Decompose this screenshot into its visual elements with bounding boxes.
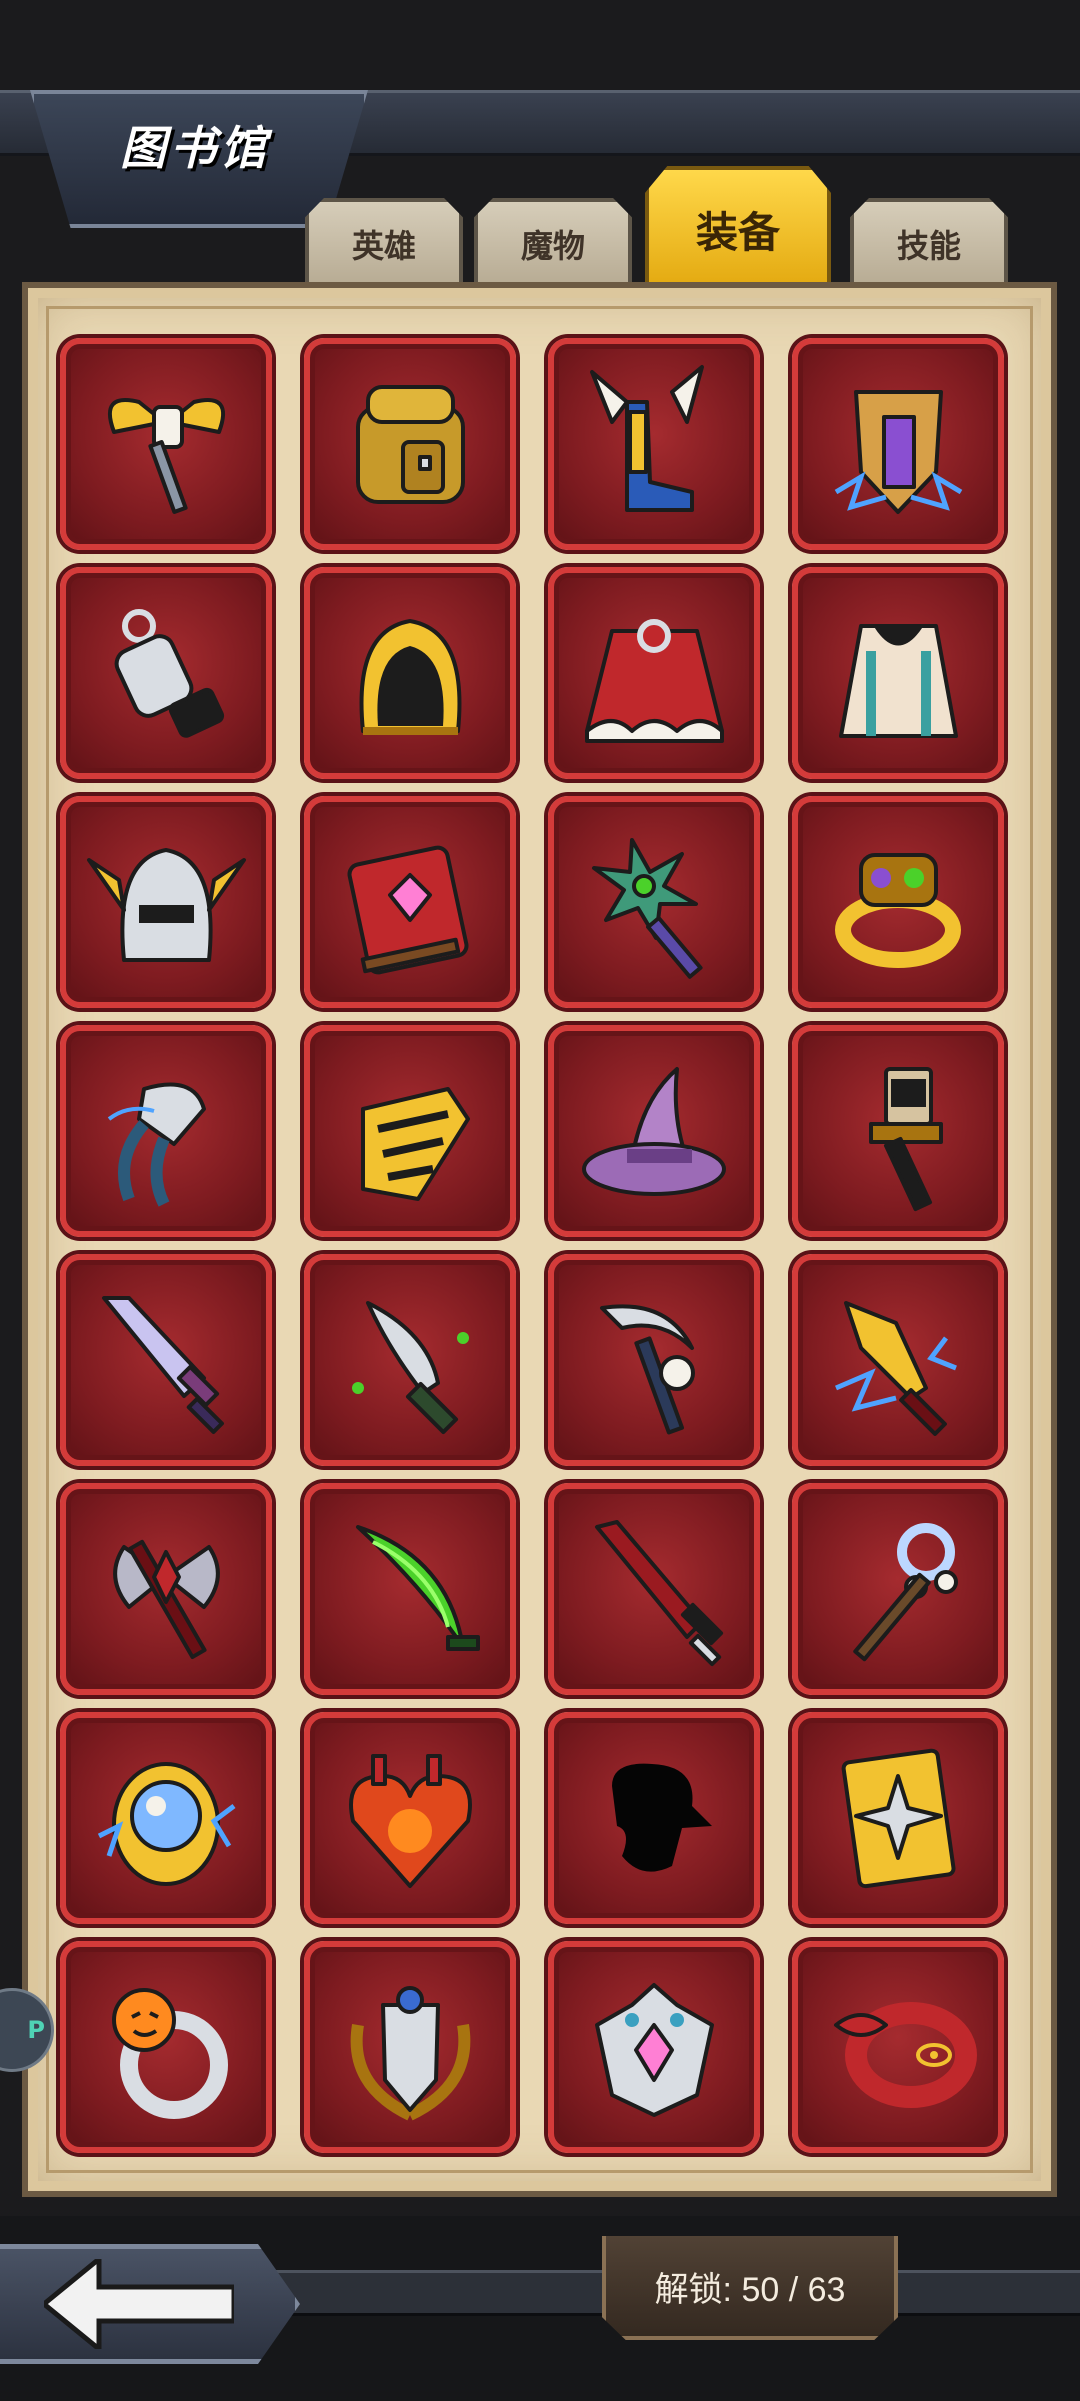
equipment-slot[interactable] — [304, 1025, 516, 1237]
winged-golden-hammer-icon — [107, 397, 225, 514]
equipment-slot[interactable] — [304, 338, 516, 550]
equipment-slot[interactable] — [60, 1712, 272, 1924]
war-hammer-icon — [868, 1066, 943, 1211]
side-badge-label: P — [27, 2016, 45, 2044]
equipment-slot[interactable] — [304, 1941, 516, 2153]
pumpkin-ring-icon — [111, 1987, 228, 2119]
equipment-slot[interactable] — [792, 1712, 1004, 1924]
equipment-slot[interactable] — [548, 1483, 760, 1695]
equipment-slot[interactable] — [548, 1941, 760, 2153]
equipment-slot[interactable] — [792, 338, 1004, 550]
golden-hood-icon — [359, 618, 461, 735]
equipment-slot[interactable] — [792, 1254, 1004, 1466]
equipment-slot[interactable] — [548, 796, 760, 1008]
equipment-slot[interactable] — [60, 1254, 272, 1466]
golden-gauntlet-icon — [360, 1086, 470, 1201]
equipment-slot[interactable] — [304, 796, 516, 1008]
equipment-slot[interactable] — [792, 1941, 1004, 2153]
tab-heroes[interactable]: 英雄 — [305, 198, 463, 286]
winged-helmet-icon — [86, 847, 246, 962]
back-arrow-icon — [44, 2259, 234, 2349]
equipment-slot[interactable] — [60, 1025, 272, 1237]
unlock-counter: 解锁: 50 / 63 — [602, 2236, 898, 2340]
bell-scepter-icon — [852, 1522, 958, 1661]
wizard-hat-icon — [581, 1066, 726, 1196]
equipment-slot[interactable] — [60, 1941, 272, 2153]
ornate-cape-icon — [838, 623, 958, 738]
fur-cloak-icon — [584, 618, 724, 743]
gem-crown-icon — [594, 1982, 714, 2117]
battle-axe-icon — [112, 1539, 220, 1659]
equipment-slot[interactable] — [60, 338, 272, 550]
equipment-slot[interactable] — [792, 1483, 1004, 1695]
laurel-shield-icon — [350, 1985, 470, 2120]
frost-claw-gauntlet-icon — [107, 1082, 206, 1207]
equipment-slot[interactable] — [304, 567, 516, 779]
spiked-shield-icon — [841, 1748, 956, 1888]
locked-equipment-slot[interactable] — [548, 1712, 760, 1924]
shuriken-staff-icon — [591, 837, 703, 979]
equipment-slot[interactable] — [792, 1025, 1004, 1237]
leather-backpack-icon — [355, 384, 465, 504]
lightning-shield-icon — [834, 389, 962, 514]
equipment-slot[interactable] — [304, 1254, 516, 1466]
equipment-slot[interactable] — [548, 1025, 760, 1237]
equipment-slot[interactable] — [792, 796, 1004, 1008]
crimson-greatsword-icon — [594, 1519, 723, 1666]
back-button[interactable] — [0, 2244, 300, 2364]
poison-dagger-icon — [351, 1300, 469, 1434]
page-title: 图书馆 — [120, 121, 270, 175]
locked-silhouette-icon — [611, 1763, 712, 1872]
tab-skills[interactable]: 技能 — [850, 198, 1008, 286]
lightning-orb-icon — [97, 1761, 235, 1886]
equipment-slot[interactable] — [548, 1254, 760, 1466]
tab-equipment[interactable]: 装备 — [645, 166, 831, 288]
tab-monsters[interactable]: 魔物 — [474, 198, 632, 286]
equipment-slot[interactable] — [548, 567, 760, 779]
equipment-slot[interactable] — [304, 1712, 516, 1924]
silver-whistle-icon — [114, 608, 224, 738]
lightning-dagger-icon — [834, 1300, 957, 1436]
equipment-slot[interactable] — [304, 1483, 516, 1695]
equipment-grid — [60, 338, 1006, 2153]
burning-heart-icon — [348, 1753, 472, 1888]
winged-boots-icon — [589, 364, 704, 512]
skull-scythe-icon — [599, 1303, 695, 1434]
equipment-slot[interactable] — [60, 796, 272, 1008]
eye-bracelet-icon — [833, 2001, 977, 2108]
crystal-sword-icon — [101, 1295, 224, 1434]
jeweled-ring-icon — [834, 852, 961, 968]
green-blade-icon — [355, 1524, 480, 1651]
equipment-slot[interactable] — [60, 567, 272, 779]
equipment-slot[interactable] — [792, 567, 1004, 779]
equipment-slot[interactable] — [60, 1483, 272, 1695]
equipment-slot[interactable] — [548, 338, 760, 550]
gem-spellbook-icon — [347, 845, 468, 974]
